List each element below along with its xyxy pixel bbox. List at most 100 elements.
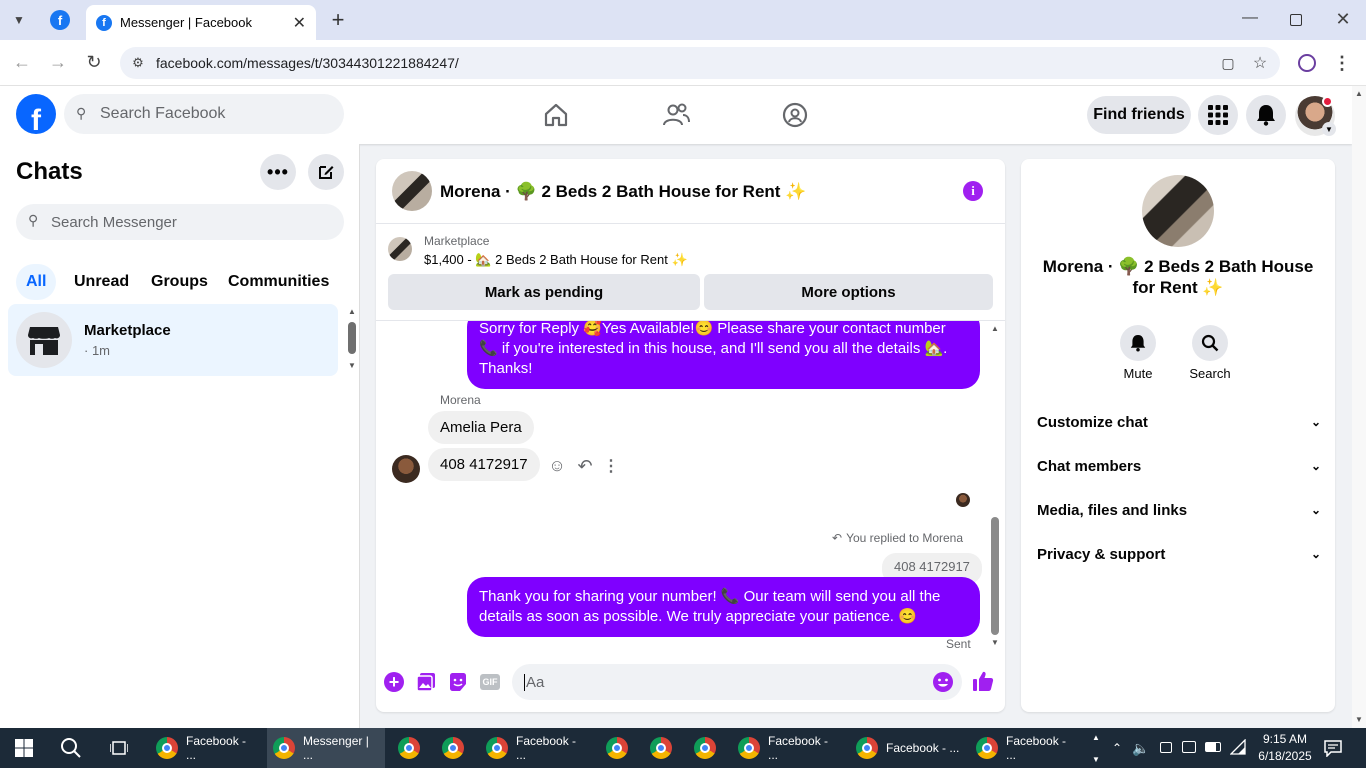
like-send-icon[interactable] [972,670,994,692]
reply-icon[interactable]: ↶ [576,456,594,476]
back-icon[interactable]: ← [12,52,32,72]
emoji-icon[interactable] [932,671,954,693]
scroll-up-icon[interactable]: ▲ [347,306,357,316]
tab-list-chevron-icon[interactable]: ▼ [8,10,30,30]
new-tab-icon[interactable]: + [328,7,348,32]
volume-icon[interactable]: 🔈 [1132,739,1150,757]
filter-all[interactable]: All [16,264,57,300]
taskbar-item-chrome[interactable] [644,728,678,768]
clock-time[interactable]: 9:15 AM [1253,732,1317,746]
close-window-icon[interactable]: ✕ [1334,9,1352,29]
message-input[interactable]: Aa [512,664,962,700]
more-actions-icon[interactable]: + [384,672,404,692]
messenger-search-input[interactable]: ⚲ Search Messenger [16,204,344,240]
privacy-support-section[interactable]: Privacy & support ⌄ [1037,534,1321,574]
media-files-links-section[interactable]: Media, files and links ⌄ [1037,490,1321,530]
site-info-icon[interactable]: ⚙ [130,55,146,71]
mute-button[interactable] [1120,325,1156,361]
account-chevron-icon[interactable]: ▼ [1322,122,1336,136]
battery-icon[interactable] [1205,742,1221,752]
meet-icon[interactable] [1160,742,1172,753]
listing-summary[interactable]: $1,400 - 🏡 2 Beds 2 Bath House for Rent … [424,252,688,268]
messages-scrollbar[interactable]: ▲ ▼ [989,321,1001,651]
new-message-button[interactable] [308,154,344,190]
message-more-icon[interactable]: ⋮ [603,457,619,475]
close-tab-icon[interactable]: ✕ [293,13,306,33]
pinned-facebook-tab[interactable]: f [50,10,70,30]
restore-icon[interactable] [1290,14,1302,26]
windows-start-icon[interactable] [15,739,33,757]
search-icon[interactable] [60,737,82,759]
find-friends-button[interactable]: Find friends [1087,96,1191,134]
taskbar-item-chrome[interactable] [436,728,470,768]
scroll-down-icon[interactable]: ▼ [990,637,1000,647]
contact-avatar[interactable] [392,171,432,211]
menu-grid-button[interactable] [1198,95,1238,135]
notifications-button[interactable] [1246,95,1286,135]
my-message-bubble[interactable]: Sorry for Reply 🥰Yes Available!😊 Please … [467,321,980,389]
scroll-down-icon[interactable]: ▼ [1354,714,1364,724]
gif-icon[interactable]: GIF [480,674,500,690]
facebook-logo-icon[interactable]: f [16,94,56,134]
taskbar-item-chrome[interactable] [392,728,426,768]
tray-chevron-icon[interactable]: ⌃ [1110,740,1124,756]
search-in-conversation-button[interactable] [1192,325,1228,361]
taskbar-item-facebook[interactable]: Facebook - ... [732,728,844,768]
install-app-icon[interactable]: ▢ [1218,53,1238,73]
notification-center-icon[interactable] [1324,739,1342,757]
chat-list-item[interactable]: Marketplace · 1m [8,304,338,376]
active-tab[interactable]: f Messenger | Facebook ✕ [86,5,316,40]
filter-groups[interactable]: Groups [139,264,220,300]
scroll-up-icon[interactable]: ▲ [990,323,1000,333]
conversation-info-icon[interactable]: i [963,181,983,201]
home-icon[interactable] [543,102,569,128]
url-field[interactable]: ⚙ facebook.com/messages/t/30344301221884… [120,47,1280,79]
taskbar-item-facebook[interactable]: Facebook - ... [850,728,966,768]
taskbar-item-messenger[interactable]: Messenger | ... [267,728,385,768]
profile-icon[interactable] [1298,54,1316,72]
filter-communities[interactable]: Communities [216,264,341,300]
friends-icon[interactable] [662,102,690,128]
sender-avatar[interactable] [392,455,420,483]
taskbar-item-chrome[interactable] [688,728,722,768]
clock-date[interactable]: 6/18/2025 [1253,749,1317,763]
scroll-thumb[interactable] [991,517,999,635]
chat-members-section[interactable]: Chat members ⌄ [1037,446,1321,486]
taskbar-item-facebook[interactable]: Facebook - ... [150,728,262,768]
mark-pending-button[interactable]: Mark as pending [388,274,700,310]
my-last-message-bubble[interactable]: Thank you for sharing your number! 📞 Our… [467,577,980,637]
their-message-bubble[interactable]: Amelia Pera [428,411,534,444]
more-options-button[interactable]: More options [704,274,993,310]
chat-list-scrollbar[interactable]: ▲ ▼ [346,304,358,374]
scroll-thumb[interactable] [348,322,356,354]
grid-icon [1208,105,1228,125]
wifi-icon[interactable] [1230,739,1246,755]
browser-menu-icon[interactable]: ⋮ [1333,52,1351,74]
task-view-icon[interactable] [110,739,128,757]
groups-icon[interactable] [782,102,808,128]
react-icon[interactable]: ☺ [548,456,566,475]
taskbar-scroll-up-icon[interactable]: ▲ [1090,730,1102,744]
their-phone-bubble[interactable]: 408 4172917 [428,448,540,481]
details-avatar[interactable] [1142,175,1214,247]
reload-icon[interactable]: ↻ [84,52,104,72]
taskbar-item-facebook[interactable]: Facebook - ... [970,728,1082,768]
listing-thumbnail[interactable] [388,237,412,261]
forward-icon[interactable]: → [48,52,68,72]
bookmark-star-icon[interactable]: ☆ [1250,53,1270,73]
conversation-title[interactable]: Morena · 🌳 2 Beds 2 Bath House for Rent … [440,182,806,202]
sticker-icon[interactable] [448,672,468,692]
chats-options-button[interactable]: ••• [260,154,296,190]
screen-icon[interactable] [1182,741,1196,753]
taskbar-scroll-down-icon[interactable]: ▼ [1090,752,1102,766]
page-scrollbar[interactable]: ▲ ▼ [1352,86,1366,728]
facebook-search-input[interactable]: ⚲ Search Facebook [64,94,344,134]
scroll-up-icon[interactable]: ▲ [1354,88,1364,98]
customize-chat-section[interactable]: Customize chat ⌄ [1037,402,1321,442]
attach-photo-icon[interactable] [416,672,436,692]
taskbar-item-facebook[interactable]: Facebook - ... [480,728,592,768]
minimize-icon[interactable]: — [1240,8,1260,28]
taskbar-item-chrome[interactable] [600,728,634,768]
scroll-down-icon[interactable]: ▼ [347,360,357,370]
filter-unread[interactable]: Unread [62,264,141,300]
